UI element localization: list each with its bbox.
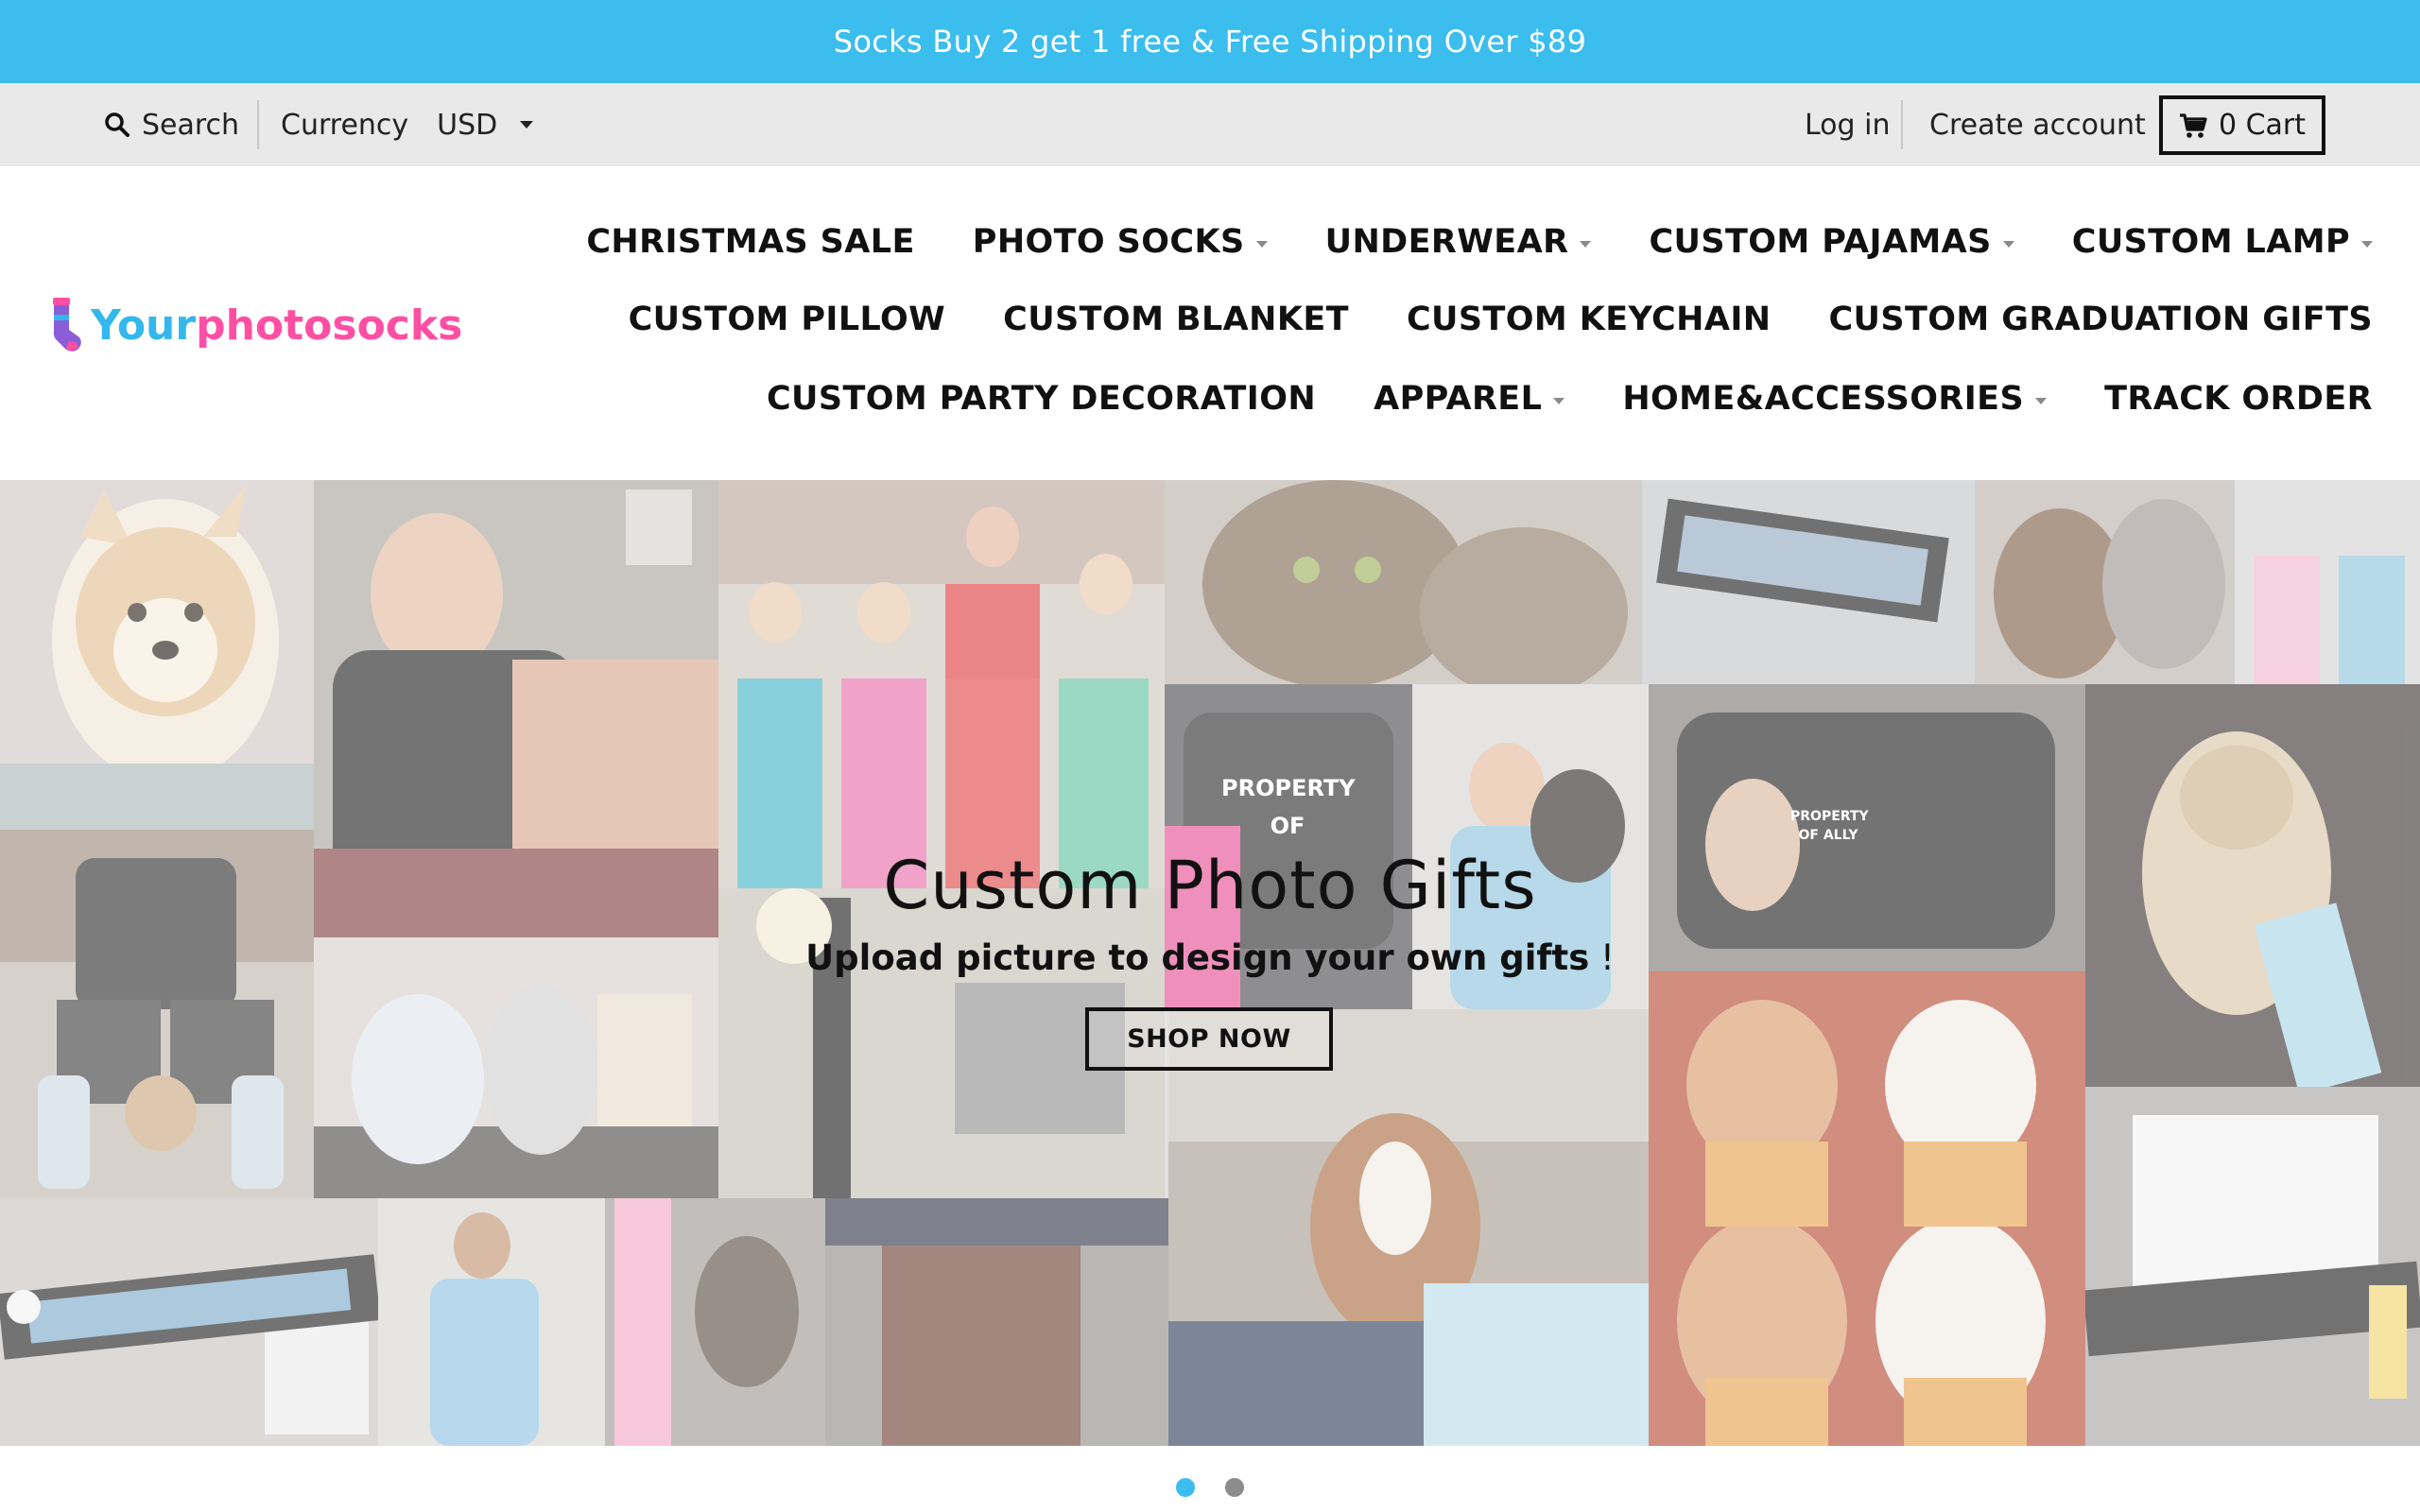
nav-item-custom-graduation-gifts[interactable]: CUSTOM GRADUATION GIFTS — [1828, 301, 2373, 338]
cart-count: 0 — [2218, 109, 2238, 142]
utility-divider — [1901, 100, 1903, 149]
slider-pagination — [0, 1478, 2420, 1497]
nav-item-label: CUSTOM LAMP — [2071, 223, 2350, 261]
nav-item-christmas-sale[interactable]: CHRISTMAS SALE — [586, 223, 914, 261]
logo-text: Yourphotosocks — [91, 301, 462, 350]
chevron-down-icon — [1580, 240, 1592, 248]
nav-item-label: CHRISTMAS SALE — [586, 223, 915, 261]
nav-item-label: CUSTOM PILLOW — [628, 301, 946, 338]
nav-item-custom-party-decoration[interactable]: CUSTOM PARTY DECORATION — [767, 380, 1316, 418]
slider-dot-1[interactable] — [1176, 1478, 1195, 1497]
hero-title: Custom Photo Gifts — [883, 847, 1537, 924]
search-link[interactable]: Search — [104, 83, 239, 166]
nav-item-custom-pajamas[interactable]: CUSTOM PAJAMAS — [1649, 223, 2014, 261]
chevron-down-icon — [520, 121, 534, 129]
utility-bar: Search Currency USD Log in Create accoun… — [0, 83, 2420, 166]
chevron-down-icon — [1255, 240, 1268, 248]
nav-item-custom-lamp[interactable]: CUSTOM LAMP — [2072, 223, 2373, 261]
currency-label: Currency — [281, 108, 409, 142]
nav-item-label: HOME&ACCESSORIES — [1622, 380, 2025, 418]
nav-item-custom-blanket[interactable]: CUSTOM BLANKET — [1003, 301, 1349, 338]
create-account-label: Create account — [1929, 108, 2146, 142]
site-header: Yourphotosocks CHRISTMAS SALE PHOTO SOCK… — [0, 166, 2420, 480]
nav-item-label: UNDERWEAR — [1324, 223, 1569, 261]
nav-item-home-accessories[interactable]: HOME&ACCESSORIES — [1622, 380, 2048, 418]
nav-item-custom-pillow[interactable]: CUSTOM PILLOW — [629, 301, 946, 338]
hero-subtitle-text: Upload picture to design your own gifts — [805, 937, 1590, 978]
announcement-bar: Socks Buy 2 get 1 free & Free Shipping O… — [0, 0, 2420, 83]
nav-item-label: APPAREL — [1374, 380, 1543, 418]
currency-selector[interactable]: Currency USD — [281, 83, 534, 166]
main-nav-row-3: CUSTOM PARTY DECORATION APPAREL HOME&ACC… — [767, 380, 2373, 418]
logo-text-part2: photosocks — [196, 301, 463, 350]
announcement-text: Socks Buy 2 get 1 free & Free Shipping O… — [833, 24, 1587, 60]
main-nav-row-1: CHRISTMAS SALE PHOTO SOCKS UNDERWEAR CUS… — [586, 223, 2373, 261]
logo-text-part1: Your — [91, 301, 197, 350]
chevron-down-icon — [1553, 397, 1565, 404]
nav-item-apparel[interactable]: APPAREL — [1374, 380, 1565, 418]
chevron-down-icon — [2361, 240, 2373, 248]
nav-item-label: CUSTOM PARTY DECORATION — [766, 380, 1317, 418]
nav-item-label: CUSTOM BLANKET — [1003, 301, 1349, 338]
cart-text: Cart — [2245, 109, 2307, 142]
logo[interactable]: Yourphotosocks — [47, 294, 462, 356]
login-link[interactable]: Log in — [1805, 83, 1890, 166]
slider-dot-2[interactable] — [1225, 1478, 1244, 1497]
nav-item-label: CUSTOM KEYCHAIN — [1406, 301, 1772, 338]
shop-now-button[interactable]: SHOP NOW — [1085, 1007, 1333, 1071]
currency-value: USD — [437, 108, 498, 142]
main-nav-row-2: CUSTOM PILLOW CUSTOM BLANKET CUSTOM KEYC… — [629, 301, 2373, 338]
hero-caption: Custom Photo Gifts Upload picture to des… — [0, 847, 2420, 978]
chevron-down-icon — [2002, 240, 2014, 248]
hero-slideshow[interactable]: PROPERTY OF PROPERTY OF ALLY Custom Phot… — [0, 480, 2420, 1446]
nav-item-custom-keychain[interactable]: CUSTOM KEYCHAIN — [1407, 301, 1771, 338]
nav-item-label: PHOTO SOCKS — [972, 223, 1245, 261]
chevron-down-icon — [2035, 397, 2048, 404]
cart-button[interactable]: 0 Cart — [2159, 95, 2325, 155]
hero-subtitle: Upload picture to design your own gifts … — [0, 937, 2420, 978]
nav-item-label: CUSTOM PAJAMAS — [1649, 223, 1992, 261]
login-label: Log in — [1805, 108, 1891, 142]
cart-icon — [2179, 112, 2207, 138]
sock-icon — [53, 298, 81, 352]
nav-item-label: CUSTOM GRADUATION GIFTS — [1828, 301, 2373, 338]
create-account-link[interactable]: Create account — [1929, 83, 2146, 166]
utility-divider — [257, 100, 259, 149]
cart-label: 0 Cart — [2219, 109, 2306, 142]
search-label: Search — [142, 108, 240, 142]
hero-subtitle-suffix: ! — [1589, 937, 1615, 978]
search-icon — [105, 112, 130, 137]
nav-item-photo-socks[interactable]: PHOTO SOCKS — [973, 223, 1268, 261]
nav-item-underwear[interactable]: UNDERWEAR — [1325, 223, 1592, 261]
nav-item-track-order[interactable]: TRACK ORDER — [2104, 380, 2373, 418]
nav-item-label: TRACK ORDER — [2104, 380, 2373, 418]
